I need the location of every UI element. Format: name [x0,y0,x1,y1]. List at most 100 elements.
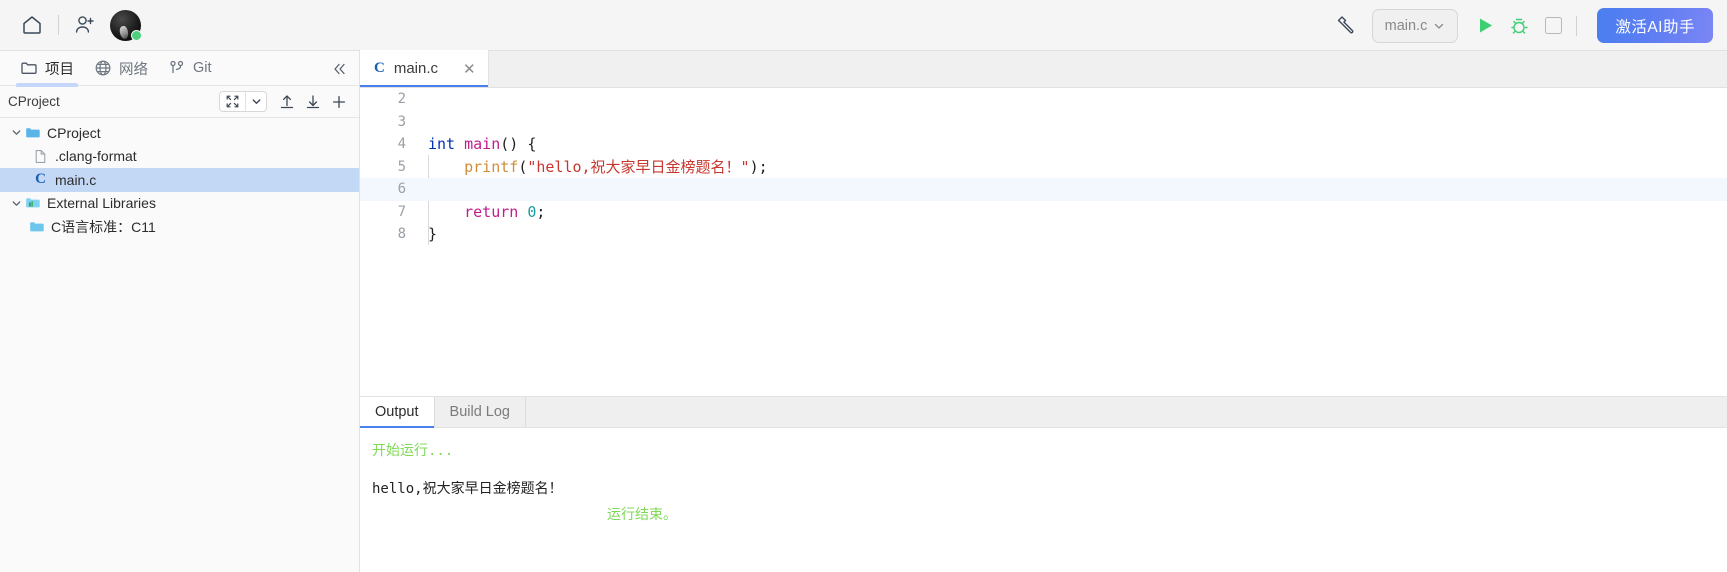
tree-item-external-libraries[interactable]: External Libraries [0,192,359,216]
sidebar-tab-git[interactable]: Git [158,51,222,86]
code-line[interactable]: 8 } [360,223,1727,246]
chevron-double-left-icon [330,60,348,78]
c-file-icon: C [35,171,46,188]
add-user-button[interactable] [65,5,105,45]
code-line[interactable]: 4 int main() { [360,133,1727,156]
run-button[interactable] [1468,9,1502,43]
avatar-button[interactable] [105,5,145,45]
chevron-down-icon[interactable] [8,195,24,211]
panel-tab-output[interactable]: Output [360,397,435,428]
tree-item-clang-format[interactable]: .clang-format [0,145,359,169]
tree-item-cproject[interactable]: CProject [0,121,359,145]
expand-all-button[interactable] [220,92,245,111]
code-line[interactable]: 7 return 0; [360,201,1727,224]
activate-ai-assistant-button[interactable]: 激活AI助手 [1597,8,1713,43]
code-line[interactable]: 5 printf("hello,祝大家早日金榜题名！"); [360,156,1727,179]
top-toolbar-right: main.c 激活AI助手 [1326,0,1713,51]
panel-tab-build-log[interactable]: Build Log [435,397,526,427]
c-file-icon: C [374,60,385,76]
output-console[interactable]: 开始运行... hello,祝大家早日金榜题名！ 运行结束。 [360,428,1727,572]
close-icon[interactable]: ✕ [463,60,476,78]
line-number: 4 [397,136,406,153]
debug-bug-icon [1508,15,1530,37]
line-number: 8 [397,226,406,243]
presence-indicator [131,30,142,41]
home-button[interactable] [12,5,52,45]
output-program-line: hello,祝大家早日金榜题名！ [372,481,563,497]
sidebar: 项目 网络 Git CProject CProject .clang-forma… [0,51,360,572]
add-file-button[interactable] [327,90,351,114]
sidebar-tab-network-label: 网络 [119,61,148,78]
upload-icon [278,93,296,111]
code-line[interactable]: 3 [360,111,1727,134]
code-line[interactable]: 6 [360,178,1727,201]
chevron-down-icon [1433,20,1445,32]
folder-blue-icon [24,124,41,141]
plus-icon [330,93,348,111]
line-number: 7 [397,203,406,220]
sidebar-tabbar: 项目 网络 Git [0,51,359,87]
line-number: 6 [397,181,406,198]
workspace: 项目 网络 Git CProject CProject .clang-forma… [0,50,1727,572]
git-branch-icon [168,59,186,77]
tree-item-label: .clang-format [55,148,137,165]
sidebar-tab-project-label: 项目 [45,61,74,78]
tree-item-label: main.c [55,171,97,188]
tree-item-label: C语言标准：C11 [51,218,156,235]
add-user-icon [73,13,97,37]
file-selector[interactable]: main.c [1371,8,1459,43]
file-generic-icon [32,148,49,165]
code-line[interactable]: 2 [360,88,1727,111]
tree-item-main-c[interactable]: C main.c [0,168,359,192]
tree-item-label: External Libraries [47,195,156,212]
globe-icon [94,59,112,77]
bottom-panel: Output Build Log 开始运行... hello,祝大家早日金榜题名… [360,396,1727,572]
chevron-down-icon [251,96,262,107]
sidebar-tab-project[interactable]: 项目 [10,51,84,87]
tree-item-c-standard[interactable]: C语言标准：C11 [0,215,359,239]
collapse-sidebar-button[interactable] [329,59,349,79]
download-button[interactable] [301,90,325,114]
library-folder-icon [24,195,41,212]
stop-square-icon [1544,17,1562,34]
debug-button[interactable] [1502,9,1536,43]
project-tree: CProject .clang-format C main.c External… [0,118,359,572]
line-content: } [428,225,438,244]
line-content: printf("hello,祝大家早日金榜题名！"); [464,158,768,177]
chevron-down-icon[interactable] [8,125,24,141]
line-content: int main() { [428,135,537,154]
top-toolbar: main.c 激活AI助手 [0,0,1727,51]
editor-tabbar: C main.c ✕ [360,50,1727,88]
home-icon [20,13,44,37]
sidebar-tab-git-label: Git [193,60,212,76]
line-number: 2 [397,91,406,108]
top-toolbar-left [12,5,145,45]
toolbar-divider [58,15,59,35]
line-content: return 0; [464,202,546,221]
build-button[interactable] [1326,6,1366,46]
run-triangle-icon [1476,16,1495,35]
output-start-line: 开始运行... [372,443,454,459]
tree-item-label: CProject [47,124,101,141]
project-title: CProject [8,94,60,109]
project-view-controls [219,91,267,112]
upload-button[interactable] [275,90,299,114]
code-editor[interactable]: 2 3 4 int main() { 5 printf("hello,祝大家早日… [360,88,1727,396]
project-header: CProject [0,86,359,118]
folder-blue-icon [28,218,45,235]
toolbar-divider-right [1576,15,1578,36]
editor-tab-label: main.c [393,60,439,77]
main-area: C main.c ✕ 2 3 4 int main() { 5 printf("… [360,50,1727,572]
editor-tab-main-c[interactable]: C main.c ✕ [360,50,489,87]
hammer-icon [1333,13,1359,39]
stop-button[interactable] [1536,9,1570,43]
project-view-dropdown[interactable] [245,92,266,111]
panel-tabbar: Output Build Log [360,397,1727,428]
download-icon [304,93,322,111]
line-number: 3 [397,113,406,130]
expand-arrows-icon [226,95,239,108]
sidebar-tab-network[interactable]: 网络 [84,51,158,86]
line-number: 5 [397,158,406,175]
output-end-line: 运行结束。 [607,507,677,523]
file-selector-value: main.c [1384,17,1428,34]
